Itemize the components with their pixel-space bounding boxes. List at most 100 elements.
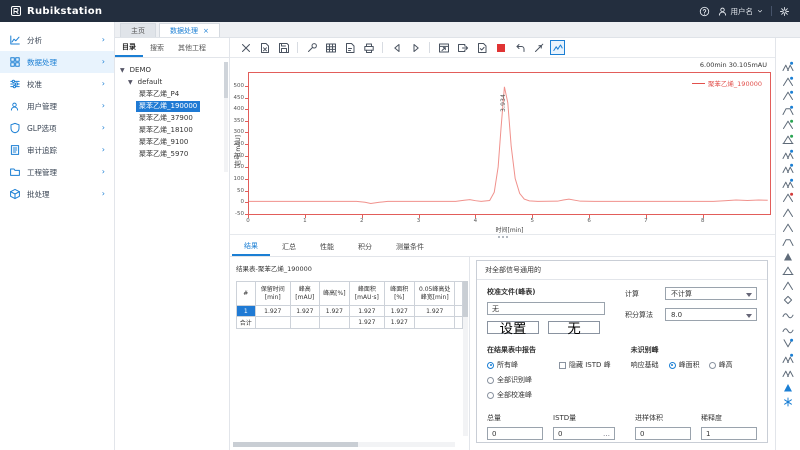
valley-detect-icon[interactable] xyxy=(781,337,796,349)
bottom-tab-积分[interactable]: 积分 xyxy=(346,238,384,256)
caret-down-icon[interactable]: ▼ xyxy=(120,67,125,74)
results-horizontal-scrollbar[interactable] xyxy=(233,442,455,447)
checkbox-hide-istd[interactable]: 隐藏 ISTD 峰 xyxy=(559,360,611,370)
user-menu[interactable]: 用户名 xyxy=(717,6,765,17)
tools-icon[interactable] xyxy=(304,40,319,55)
none-button[interactable]: 无 xyxy=(548,321,600,334)
export-icon[interactable] xyxy=(436,40,451,55)
results-vertical-scrollbar[interactable] xyxy=(463,281,468,436)
tree-item-聚苯乙烯_18100[interactable]: 聚苯乙烯_18100 xyxy=(115,124,229,136)
tree-item-聚苯乙烯_190000[interactable]: 聚苯乙烯_190000 xyxy=(115,100,229,112)
istd-amount-input[interactable]: 0 … xyxy=(553,427,615,440)
sidebar-item-分析[interactable]: 分析› xyxy=(0,29,114,51)
results-panel: 结果表-聚苯乙烯_190000 #保留时间 [min]峰高 [mAU]峰高[%]… xyxy=(230,257,470,450)
annotation-tool-icon[interactable] xyxy=(781,396,796,408)
delete-peak-icon[interactable] xyxy=(781,191,796,203)
bottom-tab-测量条件[interactable]: 测量条件 xyxy=(384,238,436,256)
next-icon[interactable] xyxy=(408,40,423,55)
tree-item-聚苯乙烯_9100[interactable]: 聚苯乙烯_9100 xyxy=(115,136,229,148)
zoom-region-icon[interactable] xyxy=(781,60,796,72)
report-icon[interactable] xyxy=(342,40,357,55)
table-row[interactable]: 11.9271.9271.9271.9271.9271.927 xyxy=(237,306,463,317)
results-cell xyxy=(414,317,454,329)
sidebar-item-工程管理[interactable]: 工程管理› xyxy=(0,161,114,183)
results-title: 结果表-聚苯乙烯_190000 xyxy=(236,263,463,273)
peak-window-icon[interactable] xyxy=(781,352,796,364)
explorer-tab-目录[interactable]: 目录 xyxy=(115,38,143,57)
save-icon[interactable] xyxy=(276,40,291,55)
dilution-input[interactable]: 1 xyxy=(701,427,757,440)
sidebar-item-GLP选项[interactable]: GLP选项› xyxy=(0,117,114,139)
help-icon[interactable] xyxy=(699,6,710,17)
istd-more-button[interactable]: … xyxy=(603,430,610,438)
gear-icon[interactable] xyxy=(779,6,790,17)
explorer-tab-搜索[interactable]: 搜索 xyxy=(143,38,171,57)
send-icon[interactable] xyxy=(455,40,470,55)
diamond-marker-icon[interactable] xyxy=(781,294,796,306)
tree-item-聚苯乙烯_P4[interactable]: 聚苯乙烯_P4 xyxy=(115,88,229,100)
radio-peak-height[interactable]: 峰高 xyxy=(709,360,733,370)
manual-peak-icon[interactable] xyxy=(781,381,796,393)
tab-数据处理[interactable]: 数据处理× xyxy=(159,23,220,37)
baseline-peak-icon[interactable] xyxy=(781,264,796,276)
radio-peak-area[interactable]: 峰面积 xyxy=(669,360,700,370)
move-baseline-icon[interactable] xyxy=(781,104,796,116)
prev-icon[interactable] xyxy=(389,40,404,55)
print-icon[interactable] xyxy=(361,40,376,55)
group-peaks-icon[interactable] xyxy=(781,177,796,189)
chromatogram-area[interactable]: 6.00min 30.105mAU 信号[mAU] 聚苯乙烯_190000 3. xyxy=(230,58,775,234)
merge-peaks-icon[interactable] xyxy=(781,162,796,174)
table-row[interactable]: 合计1.9271.927 xyxy=(237,317,463,329)
close-icon[interactable] xyxy=(238,40,253,55)
chevron-right-icon: › xyxy=(102,124,105,132)
calc-select[interactable]: 不计算 xyxy=(665,287,757,300)
bottom-tab-性能[interactable]: 性能 xyxy=(308,238,346,256)
undo-icon[interactable] xyxy=(512,40,527,55)
clear-file-icon[interactable] xyxy=(257,40,272,55)
calibration-file-input[interactable]: 无 xyxy=(487,302,605,315)
peak-end-icon[interactable] xyxy=(781,89,796,101)
total-amount-input[interactable]: 0 xyxy=(487,427,543,440)
derivative-icon[interactable] xyxy=(781,323,796,335)
algorithm-select[interactable]: 8.0 xyxy=(665,308,757,321)
radio-identified-peaks[interactable]: 全部识别峰 xyxy=(487,375,631,385)
explorer-scrollbar[interactable] xyxy=(224,62,228,172)
tree-item-聚苯乙烯_5970[interactable]: 聚苯乙烯_5970 xyxy=(115,148,229,160)
close-tab-icon[interactable]: × xyxy=(203,27,209,35)
radio-calibrated-peaks[interactable]: 全部校准峰 xyxy=(487,390,631,400)
sidebar-item-批处理[interactable]: 批处理› xyxy=(0,183,114,205)
bottom-tab-结果[interactable]: 结果 xyxy=(232,238,270,256)
chart-view-icon[interactable] xyxy=(550,40,565,55)
radio-all-peaks[interactable]: 所有峰 xyxy=(487,360,559,370)
peak-outline-icon[interactable] xyxy=(781,206,796,218)
table-icon[interactable] xyxy=(323,40,338,55)
bottom-tab-汇总[interactable]: 汇总 xyxy=(270,238,308,256)
verify-icon[interactable] xyxy=(474,40,489,55)
sidebar-item-审计追踪[interactable]: 审计追踪› xyxy=(0,139,114,161)
peak-shoulder-icon[interactable] xyxy=(781,221,796,233)
peak-fill-icon[interactable] xyxy=(781,250,796,262)
results-cell xyxy=(455,306,463,317)
smooth-curve-icon[interactable] xyxy=(781,308,796,320)
add-peak-icon[interactable] xyxy=(781,118,796,130)
set-button[interactable]: 设置 xyxy=(487,321,539,334)
tab-主页[interactable]: 主页 xyxy=(120,23,156,37)
tree-item-default[interactable]: ▼default xyxy=(115,76,229,88)
stop-icon[interactable] xyxy=(493,40,508,55)
sidebar-item-校准[interactable]: 校准› xyxy=(0,73,114,95)
explorer-tab-其他工程[interactable]: 其他工程 xyxy=(171,38,213,57)
injection-volume-input[interactable]: 0 xyxy=(635,427,691,440)
tree-item-DEMO[interactable]: ▼DEMO xyxy=(115,64,229,76)
tree-item-聚苯乙烯_37900[interactable]: 聚苯乙烯_37900 xyxy=(115,112,229,124)
sidebar-item-用户管理[interactable]: 用户管理› xyxy=(0,95,114,117)
tangent-skim-icon[interactable] xyxy=(781,235,796,247)
peak-start-icon[interactable] xyxy=(781,75,796,87)
add-baseline-icon[interactable] xyxy=(781,133,796,145)
annotate-icon[interactable] xyxy=(531,40,546,55)
split-peak-icon[interactable] xyxy=(781,148,796,160)
noise-region-icon[interactable] xyxy=(781,366,796,378)
peak-drop-icon[interactable] xyxy=(781,279,796,291)
caret-down-icon[interactable]: ▼ xyxy=(128,79,133,86)
plot-box[interactable]: 聚苯乙烯_190000 xyxy=(248,72,771,215)
sidebar-item-数据处理[interactable]: 数据处理› xyxy=(0,51,114,73)
